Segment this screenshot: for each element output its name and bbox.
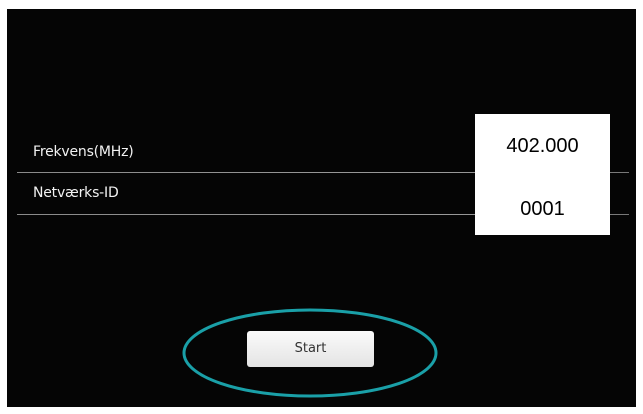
value-overlay-box: 402.000 0001 (475, 114, 610, 235)
frequency-value[interactable]: 402.000 (475, 135, 610, 158)
network-id-label: Netværks-ID (33, 185, 119, 201)
frequency-label: Frekvens(MHz) (33, 144, 134, 160)
start-button[interactable]: Start (247, 331, 374, 367)
network-id-value[interactable]: 0001 (475, 198, 610, 221)
